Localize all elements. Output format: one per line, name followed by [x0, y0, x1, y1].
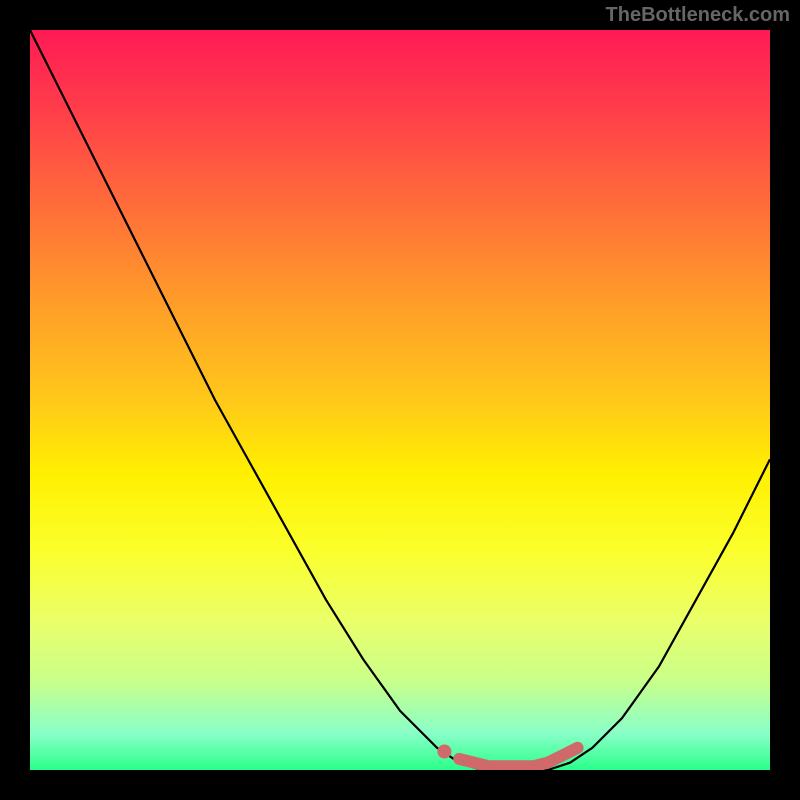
chart-highlight-segment: [437, 745, 577, 767]
chart-svg: [30, 30, 770, 770]
chart-curve: [30, 30, 770, 770]
watermark-text: TheBottleneck.com: [606, 4, 790, 27]
